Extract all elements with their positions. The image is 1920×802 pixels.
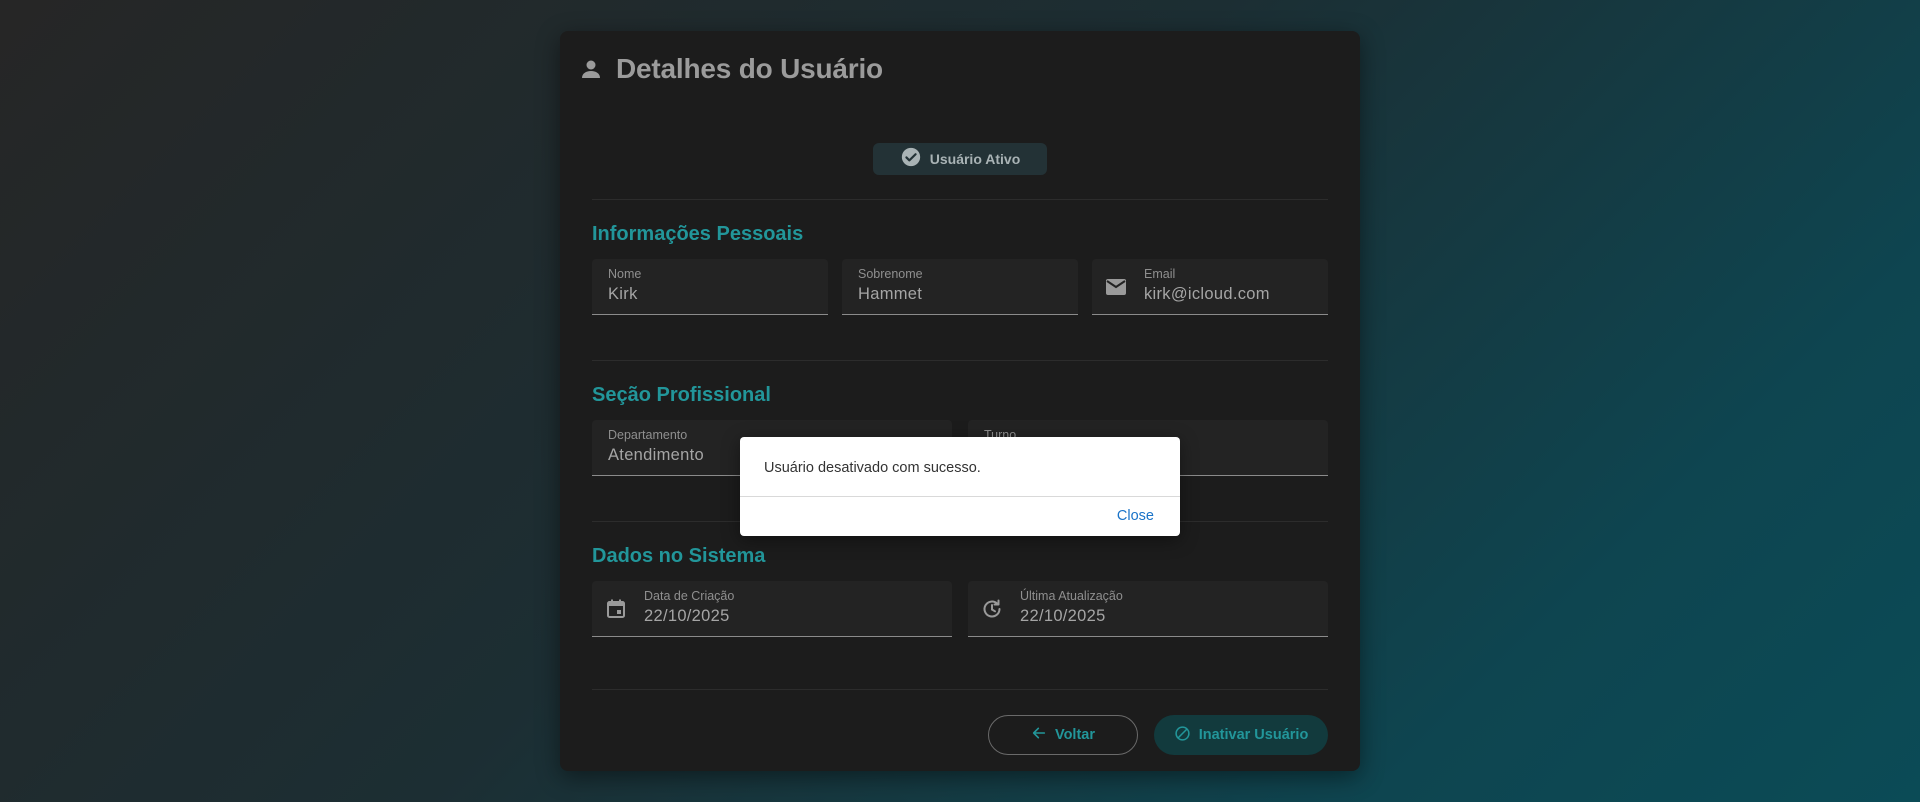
department-label: Departamento	[608, 428, 688, 442]
card-header: Detalhes do Usuário	[578, 53, 883, 85]
dialog-message: Usuário desativado com sucesso.	[764, 460, 981, 476]
status-label: Usuário Ativo	[929, 151, 1021, 167]
person-icon	[578, 56, 604, 82]
first-name-value: Kirk	[608, 285, 638, 303]
section-title-professional: Seção Profissional	[592, 384, 771, 406]
updated-date-label: Última Atualização	[1020, 589, 1123, 603]
page-title: Detalhes do Usuário	[616, 53, 883, 84]
divider	[592, 689, 1328, 690]
dialog-close-button[interactable]: Close	[1117, 508, 1154, 524]
history-icon	[980, 597, 1004, 621]
divider	[592, 199, 1328, 200]
block-icon	[1174, 725, 1191, 746]
deactivate-user-button[interactable]: Inativar Usuário	[1154, 715, 1328, 755]
dialog-divider	[740, 496, 1180, 497]
success-dialog: Usuário desativado com sucesso. Close	[740, 437, 1180, 536]
first-name-field[interactable]: Nome Kirk	[592, 259, 828, 315]
back-button-label: Voltar	[1054, 727, 1096, 743]
created-date-field[interactable]: Data de Criação 22/10/2025	[592, 581, 952, 637]
mail-icon	[1104, 275, 1128, 299]
calendar-icon	[604, 597, 628, 621]
last-name-value: Hammet	[858, 285, 923, 303]
deactivate-button-label: Inativar Usuário	[1198, 727, 1309, 743]
created-date-label: Data de Criação	[644, 589, 735, 603]
back-button[interactable]: Voltar	[988, 715, 1138, 755]
section-title-system: Dados no Sistema	[592, 545, 766, 567]
section-title-personal: Informações Pessoais	[592, 223, 804, 245]
first-name-label: Nome	[608, 267, 642, 281]
arrow-left-icon	[1031, 725, 1047, 745]
user-details-card: Detalhes do Usuário Usuário Ativo Inform…	[560, 31, 1360, 771]
updated-date-value: 22/10/2025	[1020, 607, 1106, 625]
updated-date-field[interactable]: Última Atualização 22/10/2025	[968, 581, 1328, 637]
email-field[interactable]: Email kirk@icloud.com	[1092, 259, 1328, 315]
department-value: Atendimento	[608, 446, 704, 464]
last-name-label: Sobrenome	[858, 267, 923, 281]
created-date-value: 22/10/2025	[644, 607, 730, 625]
last-name-field[interactable]: Sobrenome Hammet	[842, 259, 1078, 315]
divider	[592, 360, 1328, 361]
status-badge: Usuário Ativo	[873, 143, 1047, 175]
check-circle-icon	[900, 146, 922, 173]
email-value: kirk@icloud.com	[1144, 285, 1270, 303]
email-label: Email	[1144, 267, 1176, 281]
